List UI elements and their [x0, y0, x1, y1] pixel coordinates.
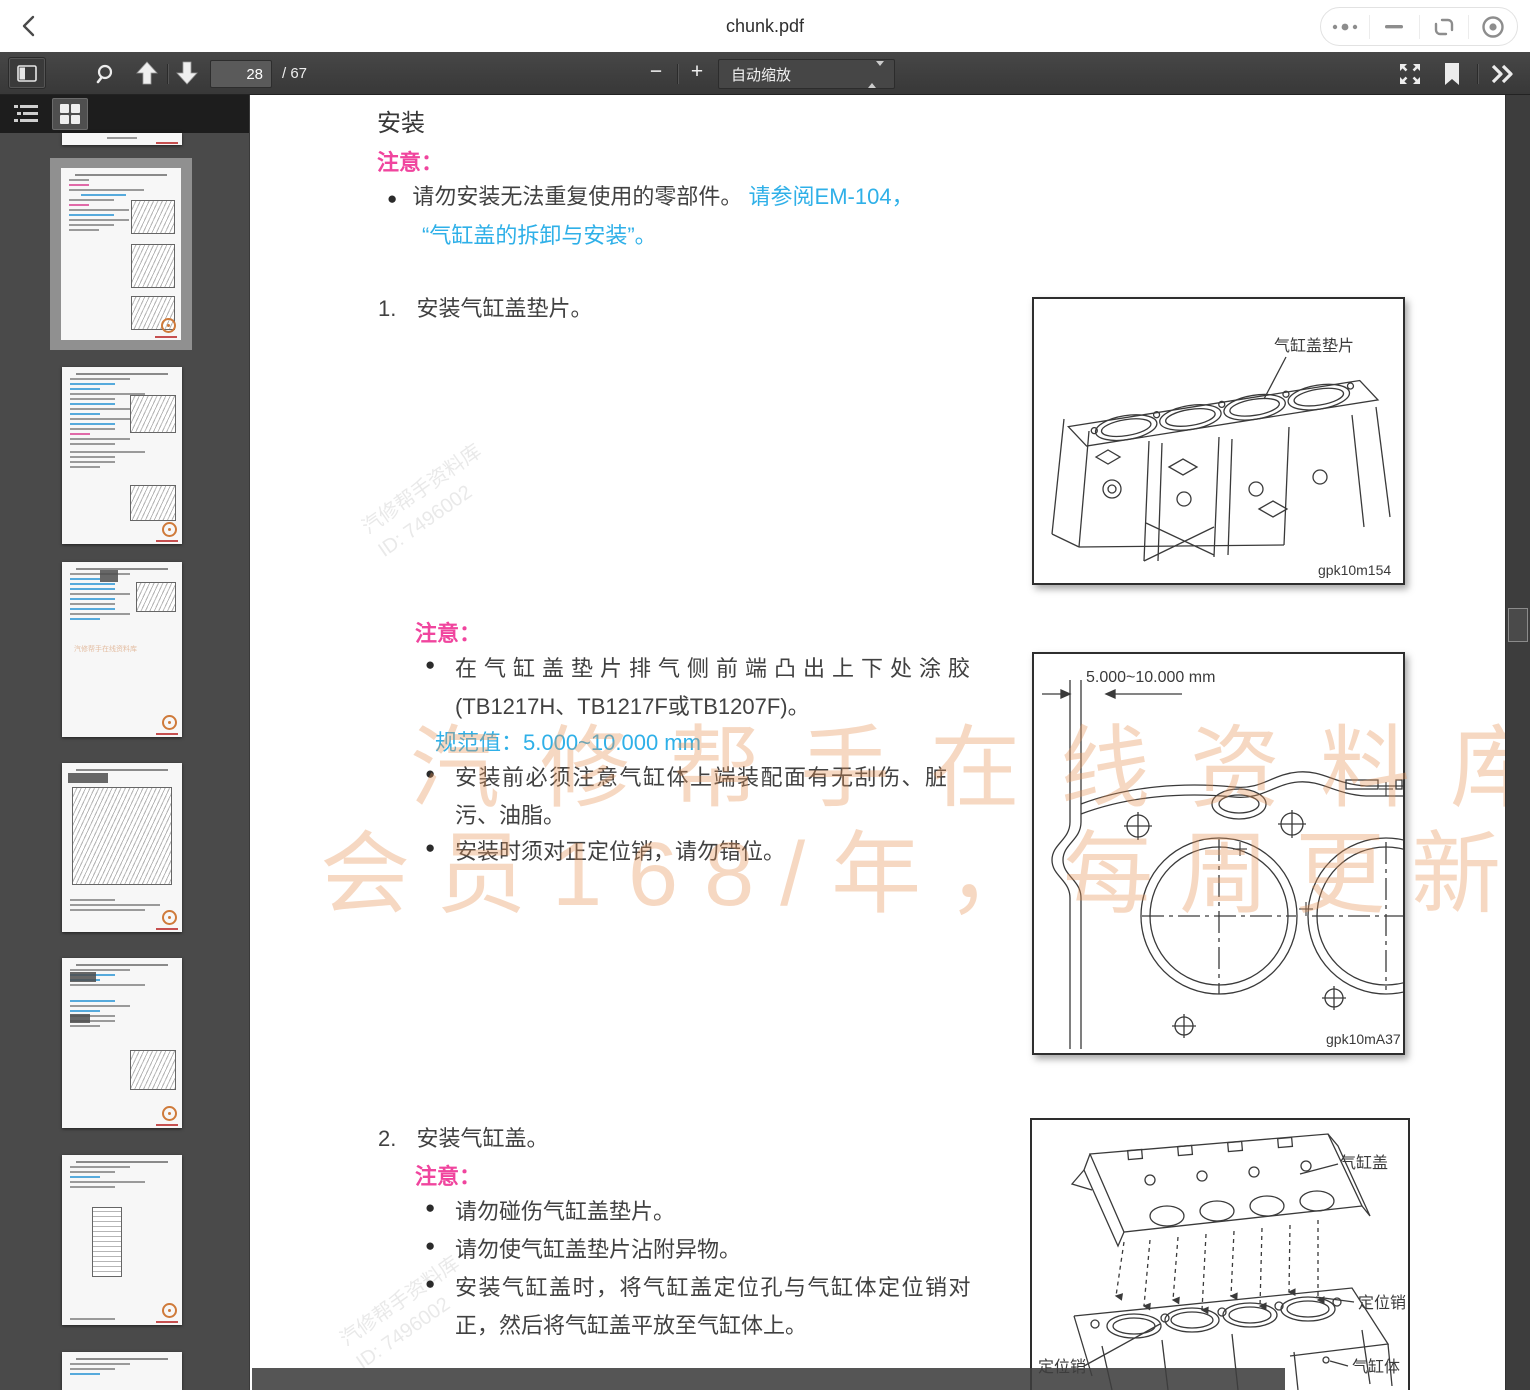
close-button[interactable] — [1468, 15, 1517, 39]
previous-page-button[interactable] — [133, 59, 161, 87]
thumbnail-page-28[interactable] — [61, 168, 181, 340]
page-count-label: / 67 — [282, 65, 307, 82]
more-options-button[interactable] — [1321, 15, 1369, 39]
vertical-scrollbar[interactable] — [1505, 95, 1530, 1390]
figure1-callout-label: 气缸盖垫片 — [1274, 336, 1354, 355]
thumbnail-page-32[interactable] — [62, 958, 182, 1128]
watermark-id-stamp: 汽修帮手资料库ID: 7496002 — [357, 438, 504, 564]
pdf-toolbar: / 67 − + 自动缩放 — [0, 52, 1530, 95]
outline-list-icon — [13, 103, 39, 125]
search-button[interactable] — [92, 61, 120, 87]
page-number-input[interactable] — [210, 60, 272, 88]
document-title: chunk.pdf — [0, 16, 1530, 37]
note3-item3-line2: 正，然后将气缸盖平放至气缸体上。 — [455, 1308, 807, 1340]
bookmark-icon — [1443, 62, 1461, 86]
note3-item2: 请勿使气缸盖垫片沾附异物。 — [455, 1232, 741, 1264]
note2-item2-line2: 污、油脂。 — [455, 798, 565, 830]
next-page-button[interactable] — [173, 59, 201, 87]
bullet-icon: ● — [425, 1236, 435, 1256]
minimize-button[interactable] — [1369, 15, 1418, 39]
note-label-3: 注意： — [415, 1159, 481, 1191]
figure2-code: gpk10mA37 — [1326, 1031, 1401, 1047]
sidebar-toggle-button[interactable] — [8, 57, 46, 89]
figure3-label-head: 气缸盖 — [1340, 1153, 1388, 1172]
zoom-level-value: 自动缩放 — [731, 64, 791, 85]
double-chevron-icon — [1489, 63, 1517, 85]
search-icon — [95, 63, 117, 85]
more-dots-icon — [1330, 21, 1360, 33]
sidebar-toggle-icon — [17, 65, 37, 82]
section-heading: 安装 — [377, 103, 425, 138]
zoom-in-button[interactable]: + — [684, 60, 710, 84]
outline-view-button[interactable] — [8, 98, 44, 130]
window-controls — [1320, 7, 1518, 46]
note-label-1: 注意： — [377, 145, 443, 177]
spec-value: 规范值：5.000~10.000 mm — [435, 725, 701, 757]
toolbar-more-button[interactable] — [1486, 60, 1520, 88]
scrollbar-thumb[interactable] — [1508, 608, 1528, 642]
bottom-overlay-bar — [252, 1368, 1285, 1390]
bullet-icon: ● — [425, 764, 435, 784]
thumbnail-page-27-partial[interactable] — [62, 133, 182, 145]
step2-number: 2. — [378, 1126, 396, 1151]
bookmark-button[interactable] — [1438, 60, 1466, 88]
note-label-2: 注意： — [415, 616, 481, 648]
see-also-link[interactable]: 请参阅EM-104， — [749, 184, 914, 209]
dropdown-arrows-icon — [868, 66, 884, 83]
figure3-label-block: 气缸体 — [1352, 1357, 1400, 1376]
step1-number: 1. — [378, 296, 396, 321]
pdf-viewer-window: chunk.pdf — [0, 0, 1530, 1390]
presentation-mode-button[interactable] — [1395, 60, 1425, 88]
arrow-down-icon — [175, 60, 199, 86]
bullet-icon: ● — [425, 1274, 435, 1294]
arrow-up-icon — [135, 60, 159, 86]
step2-text: 安装气缸盖。 — [416, 1126, 548, 1151]
fullscreen-arrows-icon — [1398, 62, 1422, 86]
restore-button[interactable] — [1419, 15, 1468, 39]
sidebar-header — [0, 95, 250, 133]
figure-cylinder-head-install: 气缸盖 定位销 气缸体 定位销 — [1030, 1118, 1410, 1390]
see-also-link-line2[interactable]: “气缸盖的拆卸与安装”。 — [422, 218, 657, 250]
bullet-icon: ● — [425, 1198, 435, 1218]
zoom-out-button[interactable]: − — [643, 60, 669, 84]
step1-text: 安装气缸盖垫片。 — [416, 296, 592, 321]
titlebar: chunk.pdf — [0, 0, 1530, 52]
note3-item3-line1: 安装气缸盖时，将气缸盖定位孔与气缸体定位销对 — [455, 1270, 972, 1302]
figure2-dimension-label: 5.000~10.000 mm — [1086, 669, 1215, 686]
thumbnail-page-31[interactable] — [62, 763, 182, 932]
pdf-page: 安装 注意： ● 请勿安装无法重复使用的零部件。 请参阅EM-104， “气缸盖… — [250, 95, 1505, 1390]
thumbnail-page-34-partial[interactable] — [62, 1352, 182, 1390]
figure1-code: gpk10m154 — [1318, 562, 1391, 578]
figure-head-gasket-install: 气缸盖垫片 gpk10m154 — [1032, 297, 1405, 585]
minimize-icon — [1384, 23, 1404, 31]
bullet-icon: ● — [425, 838, 435, 858]
thumbnail-page-33[interactable] — [62, 1155, 182, 1325]
note1-item-text: 请勿安装无法重复使用的零部件。 — [412, 184, 742, 209]
thumbnail-view-button[interactable] — [52, 98, 88, 130]
note2-item3: 安装时须对正定位销，请勿错位。 — [455, 834, 785, 866]
zoom-level-dropdown[interactable]: 自动缩放 — [718, 59, 895, 89]
figure-gasket-dimension: 5.000~10.000 mm gpk10mA37 — [1032, 652, 1405, 1055]
thumbnails-sidebar: 汽修帮手在线资料库 — [0, 95, 250, 1390]
thumbnail-page-28-selected[interactable] — [50, 158, 192, 350]
thumbnail-page-29[interactable] — [62, 367, 182, 544]
thumbnail-page-30[interactable]: 汽修帮手在线资料库 — [62, 562, 182, 737]
restore-window-icon — [1433, 16, 1455, 38]
thumbnail-grid-icon — [59, 103, 81, 125]
bullet-icon: ● — [425, 655, 435, 675]
bullet-icon: ● — [387, 189, 397, 208]
note2-item1-line1: 在气缸盖垫片排气侧前端凸出上下处涂胶 — [455, 651, 977, 683]
note2-item1-line2: (TB1217H、TB1217F或TB1207F)。 — [455, 689, 810, 721]
note2-item2-line1: 安装前必须注意气缸体上端装配面有无刮伤、脏 — [455, 760, 949, 792]
target-circle-icon — [1480, 14, 1506, 40]
note3-item1: 请勿碰伤气缸盖垫片。 — [455, 1194, 675, 1226]
figure3-label-pin-right: 定位销 — [1358, 1294, 1406, 1312]
